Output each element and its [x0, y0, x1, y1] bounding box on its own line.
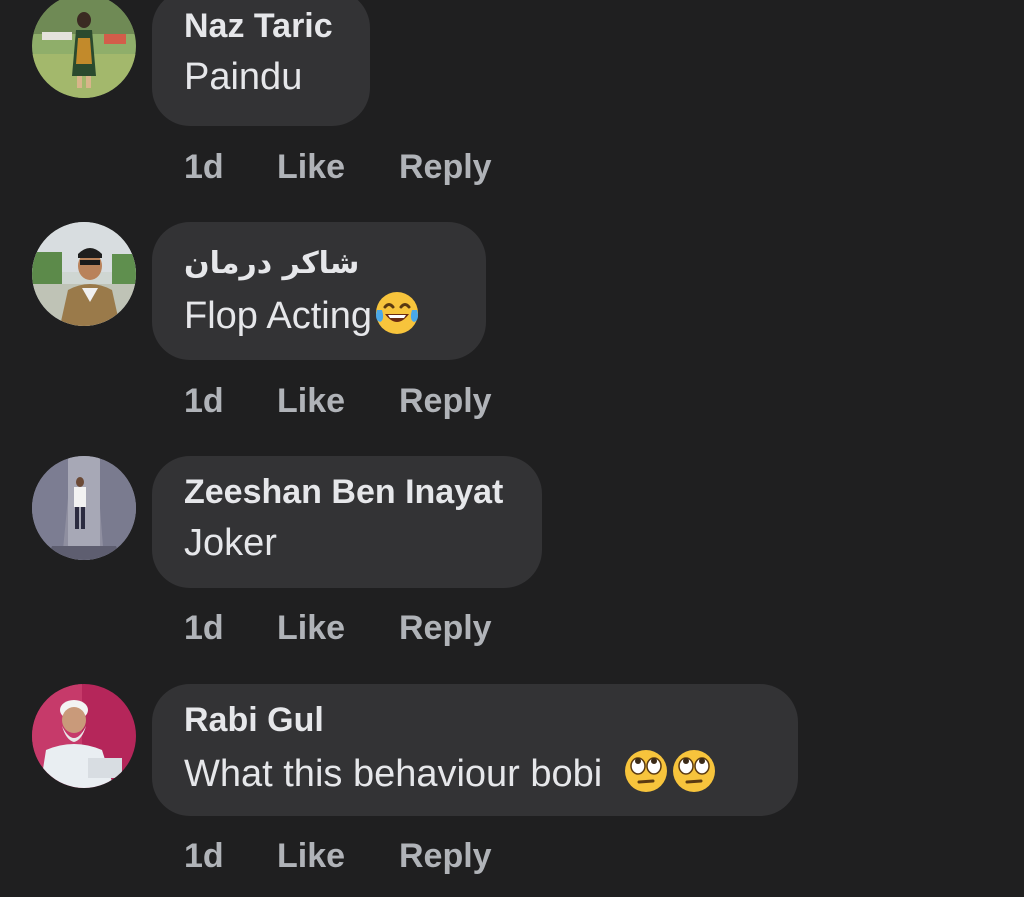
tears-of-joy-emoji: [376, 292, 418, 334]
like-button[interactable]: Like: [277, 379, 345, 423]
eye-roll-emoji: [624, 750, 667, 792]
comment-author-name[interactable]: شاکر درمان: [184, 246, 359, 281]
comment-bubble[interactable]: Zeeshan Ben Inayat Joker: [152, 456, 542, 588]
reply-button[interactable]: Reply: [399, 379, 492, 423]
comment-timestamp: 1d: [184, 148, 224, 186]
comment-author[interactable]: Rabi Gul: [184, 700, 766, 740]
comment-bubble[interactable]: Rabi Gul What this behaviour bobi: [152, 684, 798, 816]
comment-timestamp: 1d: [184, 382, 224, 420]
comment-text: Paindu: [184, 56, 303, 98]
reply-button[interactable]: Reply: [399, 834, 492, 878]
reply-button[interactable]: Reply: [399, 606, 492, 650]
comment-bubble[interactable]: شاکر درمان Flop Acting: [152, 222, 486, 360]
comment-bubble[interactable]: Naz Taric Paindu: [152, 0, 370, 126]
reply-button[interactable]: Reply: [399, 145, 492, 189]
avatar[interactable]: [32, 456, 136, 560]
avatar[interactable]: [32, 0, 136, 98]
comment-text: What this behaviour bobi: [184, 748, 766, 797]
avatar[interactable]: [32, 222, 136, 326]
comment-text: Joker: [184, 522, 277, 564]
like-button[interactable]: Like: [277, 145, 345, 189]
comment-timestamp: 1d: [184, 609, 224, 647]
eye-roll-emoji: [672, 750, 715, 792]
comment-text: Flop Acting: [184, 290, 454, 339]
comment-timestamp: 1d: [184, 837, 224, 875]
like-button[interactable]: Like: [277, 606, 345, 650]
like-button[interactable]: Like: [277, 834, 345, 878]
avatar[interactable]: [32, 684, 136, 788]
comment-author[interactable]: Zeeshan Ben Inayat: [184, 472, 510, 512]
comment-author[interactable]: Naz Taric: [184, 6, 338, 46]
comment-author[interactable]: شاکر درمان: [184, 238, 454, 281]
